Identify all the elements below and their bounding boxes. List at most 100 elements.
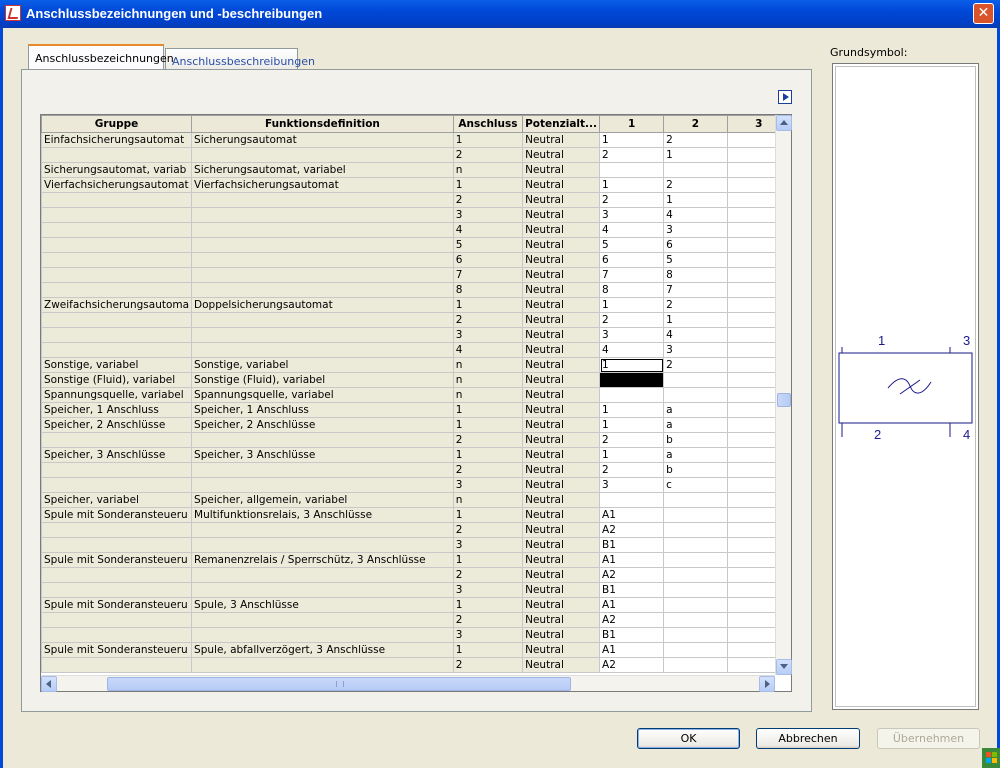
cancel-button[interactable]: Abbrechen <box>756 728 860 749</box>
table-cell[interactable]: 1 <box>599 177 665 193</box>
table-cell[interactable]: 1 <box>663 147 728 163</box>
table-cell[interactable]: 2 <box>599 462 665 478</box>
table-cell[interactable]: B1 <box>599 537 665 553</box>
table-cell[interactable]: 1 <box>599 357 665 373</box>
table-cell[interactable] <box>663 552 728 568</box>
table-row[interactable]: 3 Neutral 3 4 <box>41 327 791 343</box>
table-cell[interactable]: 3 <box>599 477 665 493</box>
table-cell[interactable]: 4 <box>663 327 728 343</box>
table-cell[interactable] <box>663 627 728 643</box>
ok-button[interactable]: OK <box>637 728 740 749</box>
table-row[interactable]: Sonstige (Fluid), variabel Sonstige (Flui… <box>41 372 791 388</box>
table-cell[interactable]: B1 <box>599 582 665 598</box>
vertical-scrollbar[interactable] <box>775 115 792 675</box>
table-cell[interactable] <box>663 162 728 178</box>
table-cell[interactable]: a <box>663 417 728 433</box>
table-row[interactable]: 2 Neutral 2 1 <box>41 147 791 163</box>
vertical-scroll-thumb[interactable] <box>777 393 791 407</box>
table-row[interactable]: 5 Neutral 5 6 <box>41 237 791 253</box>
table-row[interactable]: Zweifachsicherungsautoma Doppelsicherungs… <box>41 297 791 313</box>
table-cell[interactable]: 1 <box>599 132 665 148</box>
table-row[interactable]: 2 Neutral A2 <box>41 612 791 628</box>
table-cell[interactable]: 5 <box>599 237 665 253</box>
column-header[interactable]: 2 <box>663 115 728 133</box>
table-cell[interactable]: 2 <box>599 147 665 163</box>
table-cell[interactable] <box>663 372 728 388</box>
table-row[interactable]: Spannungsquelle, variabel Spannungsquelle… <box>41 387 791 403</box>
table-cell[interactable]: 1 <box>663 192 728 208</box>
table-cell[interactable]: A2 <box>599 522 665 538</box>
table-cell[interactable]: A1 <box>599 507 665 523</box>
table-cell[interactable]: A1 <box>599 642 665 658</box>
table-cell[interactable]: 4 <box>663 207 728 223</box>
table-cell[interactable]: 3 <box>599 207 665 223</box>
table-row[interactable]: Spule mit Sonderansteueru Spule, 3 Anschl… <box>41 597 791 613</box>
table-row[interactable]: 2 Neutral 2 1 <box>41 312 791 328</box>
horizontal-scroll-thumb[interactable] <box>107 677 571 691</box>
table-cell[interactable]: 7 <box>663 282 728 298</box>
table-row[interactable]: 3 Neutral 3 c <box>41 477 791 493</box>
table-cell[interactable] <box>663 522 728 538</box>
table-cell[interactable] <box>663 507 728 523</box>
table-row[interactable]: 2 Neutral 2 b <box>41 462 791 478</box>
table-cell[interactable] <box>599 372 665 388</box>
table-row[interactable]: Spule mit Sonderansteueru Remanenzrelais … <box>41 552 791 568</box>
table-cell[interactable] <box>663 597 728 613</box>
table-cell[interactable]: 4 <box>599 222 665 238</box>
table-cell[interactable]: c <box>663 477 728 493</box>
table-cell[interactable]: 2 <box>599 432 665 448</box>
table-cell[interactable]: 4 <box>599 342 665 358</box>
scroll-up-button[interactable] <box>776 115 792 131</box>
column-header[interactable]: Potenzialt... <box>522 115 601 133</box>
table-cell[interactable] <box>663 657 728 673</box>
table-cell[interactable] <box>663 537 728 553</box>
table-row[interactable]: 3 Neutral B1 <box>41 582 791 598</box>
table-cell[interactable]: 5 <box>663 252 728 268</box>
column-header[interactable]: Gruppe <box>41 115 193 133</box>
table-cell[interactable]: 2 <box>599 312 665 328</box>
table-cell[interactable]: a <box>663 447 728 463</box>
table-row[interactable]: 6 Neutral 6 5 <box>41 252 791 268</box>
table-row[interactable]: 3 Neutral B1 <box>41 537 791 553</box>
table-cell[interactable]: 2 <box>663 177 728 193</box>
table-row[interactable]: Spule mit Sonderansteueru Spule, abfallve… <box>41 642 791 658</box>
table-row[interactable]: 8 Neutral 8 7 <box>41 282 791 298</box>
table-row[interactable]: Spule mit Sonderansteueru Multifunktionsr… <box>41 507 791 523</box>
scroll-right-button[interactable] <box>759 676 775 692</box>
table-row[interactable]: Speicher, 1 Anschluss Speicher, 1 Anschlu… <box>41 402 791 418</box>
table-cell[interactable]: 3 <box>599 327 665 343</box>
table-cell[interactable]: A1 <box>599 597 665 613</box>
table-cell[interactable]: 1 <box>599 297 665 313</box>
table-cell[interactable]: a <box>663 402 728 418</box>
table-cell[interactable]: 3 <box>663 222 728 238</box>
table-cell[interactable]: 6 <box>599 252 665 268</box>
table-row[interactable]: Sonstige, variabel Sonstige, variabel n Neu… <box>41 357 791 373</box>
table-row[interactable]: 7 Neutral 7 8 <box>41 267 791 283</box>
connection-grid[interactable]: Gruppe Funktionsdefinition Anschluss Potenz… <box>40 114 792 692</box>
table-cell[interactable]: A2 <box>599 612 665 628</box>
table-cell[interactable]: A1 <box>599 552 665 568</box>
table-cell[interactable] <box>663 492 728 508</box>
table-cell[interactable] <box>599 492 665 508</box>
table-row[interactable]: 2 Neutral 2 1 <box>41 192 791 208</box>
column-header[interactable]: Anschluss <box>452 115 524 133</box>
table-row[interactable]: Speicher, 2 Anschlüsse Speicher, 2 Anschl… <box>41 417 791 433</box>
table-cell[interactable]: 2 <box>599 192 665 208</box>
table-row[interactable]: Speicher, 3 Anschlüsse Speicher, 3 Anschl… <box>41 447 791 463</box>
horizontal-scrollbar[interactable] <box>41 675 775 692</box>
table-cell[interactable]: 8 <box>663 267 728 283</box>
table-cell[interactable]: 2 <box>663 357 728 373</box>
tab-anschlussbezeichnungen[interactable]: Anschlussbezeichnungen <box>28 44 174 69</box>
table-cell[interactable]: B1 <box>599 627 665 643</box>
table-row[interactable]: 2 Neutral 2 b <box>41 432 791 448</box>
table-cell[interactable]: 1 <box>599 447 665 463</box>
table-cell[interactable] <box>663 387 728 403</box>
expand-arrow-button[interactable] <box>778 90 792 104</box>
table-row[interactable]: 3 Neutral 3 4 <box>41 207 791 223</box>
table-row[interactable]: 4 Neutral 4 3 <box>41 222 791 238</box>
table-cell[interactable]: 6 <box>663 237 728 253</box>
table-cell[interactable] <box>599 387 665 403</box>
table-cell[interactable] <box>663 567 728 583</box>
table-cell[interactable]: 8 <box>599 282 665 298</box>
table-row[interactable]: 4 Neutral 4 3 <box>41 342 791 358</box>
